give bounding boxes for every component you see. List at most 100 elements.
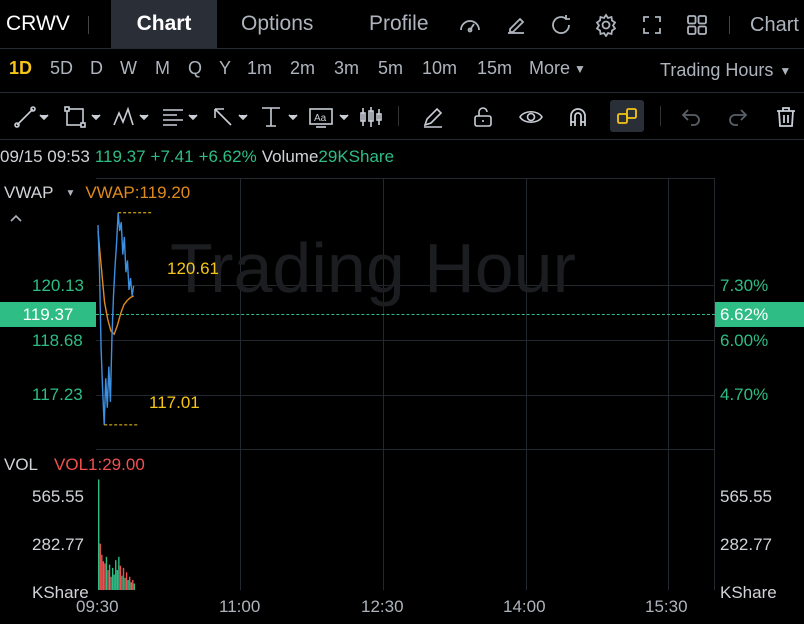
volume-bar	[125, 572, 128, 590]
quote-volume-label: Volume	[261, 147, 319, 166]
period-2m[interactable]: 2m	[290, 58, 315, 79]
tab-chart-label: Chart	[136, 12, 192, 35]
vwap-line	[97, 230, 134, 336]
gauge-icon[interactable]	[457, 12, 483, 38]
more-periods-dropdown[interactable]: More ▼	[529, 58, 586, 79]
volume-bar	[121, 575, 123, 590]
vol-label: VOL	[4, 455, 39, 474]
undo-icon[interactable]	[679, 104, 703, 130]
period-5m[interactable]: 5m	[378, 58, 403, 79]
volume-chart[interactable]	[0, 0, 804, 624]
vwap-indicator-header[interactable]: VWAP ▼ VWAP:119.20	[4, 183, 190, 203]
caret-down-icon: ▼	[65, 187, 76, 199]
price-tick-left: 118.68	[32, 331, 83, 350]
period-3m[interactable]: 3m	[334, 58, 359, 79]
toolbar-divider	[660, 106, 661, 126]
volume-bar	[98, 479, 100, 590]
pct-tick-right: 6.00%	[720, 331, 769, 350]
period-m[interactable]: M	[155, 58, 170, 79]
trading-hours-dropdown[interactable]: Trading Hours ▼	[660, 60, 791, 81]
price-tick-left: 117.23	[32, 385, 83, 404]
tab-chart[interactable]: Chart	[111, 0, 217, 48]
fibonacci-tool-icon[interactable]	[161, 104, 203, 130]
price-chart[interactable]	[0, 0, 804, 624]
current-pct-value: 6.62%	[720, 304, 769, 324]
period-y[interactable]: Y	[219, 58, 231, 79]
unlock-icon[interactable]	[471, 104, 495, 130]
tab-options[interactable]: Options	[241, 0, 313, 48]
fullscreen-icon[interactable]	[639, 12, 665, 38]
caret-down-icon: ▼	[779, 63, 792, 78]
symbol-label[interactable]: CRWV	[6, 12, 70, 36]
collapse-chevron-icon[interactable]	[9, 213, 23, 223]
pencil-icon[interactable]	[421, 104, 445, 130]
candle-tool-icon[interactable]	[358, 104, 384, 130]
volume-bar	[105, 556, 108, 590]
line-tool-icon[interactable]	[14, 104, 50, 130]
volume-bar	[122, 567, 125, 590]
link-icon[interactable]	[610, 100, 644, 132]
magnet-icon[interactable]	[566, 104, 590, 130]
current-price-line	[96, 314, 715, 315]
chart-type-dropdown[interactable]: Chart	[750, 14, 799, 37]
volume-bar	[132, 580, 134, 590]
quote-volume-value: 29KShare	[318, 147, 395, 166]
volume-bar	[116, 570, 118, 590]
header-bottom-border	[0, 48, 804, 49]
vwap-label: VWAP	[4, 183, 54, 202]
time-tick: 11:00	[219, 597, 261, 616]
period-10m[interactable]: 10m	[422, 58, 457, 79]
arrow-tool-icon[interactable]	[211, 104, 253, 130]
current-price-badge: 119.37	[0, 302, 96, 327]
volume-bar	[110, 576, 112, 590]
trash-icon[interactable]	[774, 104, 798, 130]
volume-bar	[130, 582, 132, 590]
price-tick-left: 120.13	[32, 276, 84, 295]
vertical-line-tool-icon[interactable]	[259, 104, 301, 130]
grid-line-vertical	[668, 178, 669, 590]
vol-tick-left: 282.77	[32, 535, 84, 554]
vol-value: VOL1:29.00	[54, 455, 145, 474]
grid-layout-icon[interactable]	[684, 12, 710, 38]
settings-icon[interactable]	[593, 12, 619, 38]
toolbar-divider	[398, 106, 399, 126]
tab-profile[interactable]: Profile	[369, 0, 429, 48]
volume-bar	[129, 576, 131, 590]
volume-bar	[107, 570, 109, 590]
rectangle-tool-icon[interactable]	[64, 104, 106, 130]
time-tick: 09:30	[76, 597, 119, 616]
period-15m[interactable]: 15m	[477, 58, 512, 79]
period-q[interactable]: Q	[188, 58, 202, 79]
volume-bar	[111, 567, 114, 590]
vwap-value: VWAP:119.20	[85, 183, 191, 202]
quote-change: +7.41	[150, 147, 194, 166]
volume-bar	[133, 583, 136, 590]
pattern-tool-icon[interactable]	[112, 104, 154, 130]
time-tick: 15:30	[645, 597, 688, 616]
grid-line	[96, 340, 715, 341]
redo-icon[interactable]	[726, 104, 750, 130]
period-5d[interactable]: 5D	[50, 58, 73, 79]
vol-indicator-header[interactable]: VOL VOL1:29.00	[4, 455, 145, 475]
volume-bar	[101, 554, 103, 590]
price-line	[97, 212, 135, 425]
svg-text:Aa: Aa	[314, 113, 327, 124]
period-1m[interactable]: 1m	[247, 58, 272, 79]
eye-icon[interactable]	[518, 104, 544, 130]
refresh-icon[interactable]	[548, 12, 574, 38]
quote-change-pct: +6.62%	[198, 147, 257, 166]
vol-tick-right: 282.77	[720, 535, 772, 554]
symbol-divider	[88, 16, 89, 34]
period-d[interactable]: D	[90, 58, 103, 79]
volume-bar	[127, 580, 129, 590]
period-1d[interactable]: 1D	[9, 58, 32, 79]
text-tool-icon[interactable]: Aa	[308, 104, 352, 130]
high-price-label: 120.61	[167, 259, 219, 278]
tab-options-label: Options	[241, 12, 314, 35]
volume-bar	[115, 560, 117, 590]
volume-bar	[108, 564, 111, 590]
period-w[interactable]: W	[120, 58, 137, 79]
grid-line	[96, 449, 715, 450]
trading-hours-label: Trading Hours	[660, 60, 774, 80]
edit-icon[interactable]	[503, 12, 529, 38]
